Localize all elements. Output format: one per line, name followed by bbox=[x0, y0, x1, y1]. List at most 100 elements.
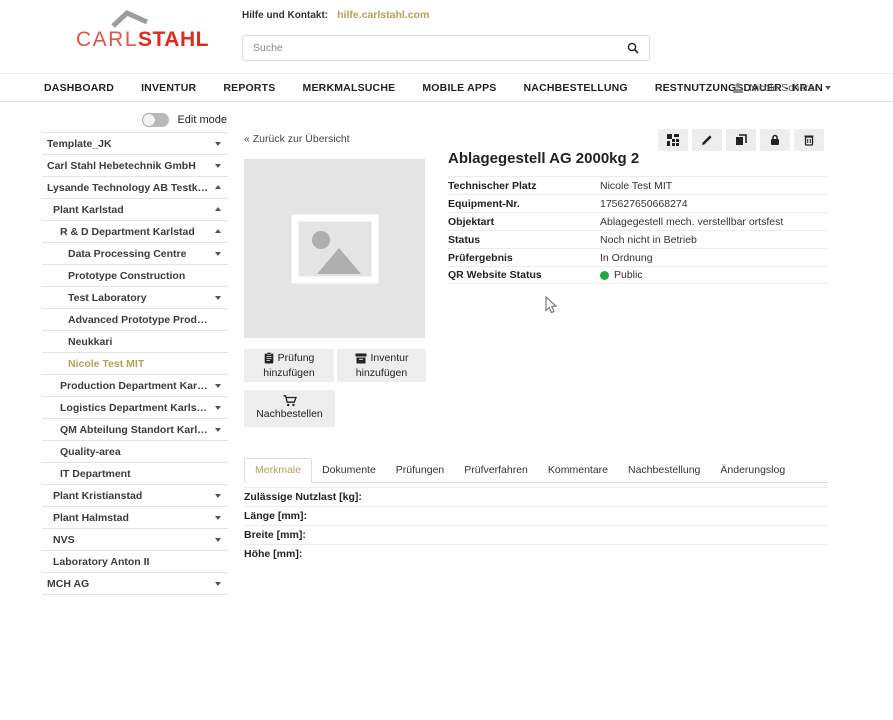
nav-item-dashboard[interactable]: DASHBOARD bbox=[44, 82, 114, 94]
sidebar-item-label: Production Department Karlstad bbox=[60, 380, 210, 392]
detail-value: Nicole Test MIT bbox=[600, 180, 672, 192]
merkmale-fields: Zulässige Nutzlast [kg]: Länge [mm]: Breit… bbox=[244, 487, 828, 563]
detail-row-status: StatusNoch nicht in Betrieb bbox=[448, 230, 828, 248]
sidebar-item-prototype-construction[interactable]: Prototype Construction bbox=[42, 265, 228, 287]
edit-mode-row: Edit mode bbox=[42, 108, 228, 132]
chevron-down-icon bbox=[215, 406, 221, 410]
field-label: Länge [mm]: bbox=[244, 510, 307, 522]
sidebar-item-data-processing-centre[interactable]: Data Processing Centre bbox=[42, 243, 228, 265]
detail-label: Prüfergebnis bbox=[448, 252, 600, 264]
nav-item-reports[interactable]: REPORTS bbox=[223, 82, 275, 94]
sidebar-item-advanced-prototype-production[interactable]: Advanced Prototype Production bbox=[42, 309, 228, 331]
add-inspection-label-line1: Prüfung bbox=[278, 351, 315, 365]
help-label: Hilfe und Kontakt: bbox=[242, 10, 328, 21]
edit-button[interactable] bbox=[692, 129, 722, 151]
carl-stahl-logo[interactable]: CARLSTAHL bbox=[76, 10, 206, 52]
sidebar-item-nvs[interactable]: NVS bbox=[42, 529, 228, 551]
qr-code-button[interactable] bbox=[658, 129, 688, 151]
sidebar-item-label: IT Department bbox=[60, 468, 131, 480]
sidebar-item-carl-stahl-hebetechnik-gmbh[interactable]: Carl Stahl Hebetechnik GmbH bbox=[42, 155, 228, 177]
search-input[interactable] bbox=[243, 42, 617, 54]
sidebar-item-it-department[interactable]: IT Department bbox=[42, 463, 228, 485]
reorder-button[interactable]: Nachbestellen bbox=[244, 390, 335, 427]
chevron-down-icon bbox=[215, 516, 221, 520]
field-label: Breite [mm]: bbox=[244, 529, 306, 541]
chevron-up-icon bbox=[215, 185, 221, 189]
pencil-icon bbox=[701, 134, 713, 146]
detail-row-technischer-platz: Technischer PlatzNicole Test MIT bbox=[448, 176, 828, 194]
nav-item-inventur[interactable]: INVENTUR bbox=[141, 82, 196, 94]
tab-pr-fverfahren[interactable]: Prüfverfahren bbox=[454, 459, 538, 482]
sidebar-item-label: Prototype Construction bbox=[68, 270, 185, 282]
sidebar-item-label: Data Processing Centre bbox=[68, 248, 186, 260]
edit-mode-toggle[interactable] bbox=[142, 113, 169, 127]
detail-label: QR Website Status bbox=[448, 269, 600, 281]
detail-value: In Ordnung bbox=[600, 252, 653, 264]
detail-value-text: Ablagegestell mech. verstellbar ortsfest bbox=[600, 216, 783, 228]
sidebar-item-label: Logistics Department Karlstad bbox=[60, 402, 210, 414]
nav-item-merkmalsuche[interactable]: MERKMALSUCHE bbox=[303, 82, 396, 94]
help-link[interactable]: hilfe.carlstahl.com bbox=[337, 9, 429, 21]
sidebar-item-mch-ag[interactable]: MCH AG bbox=[42, 573, 228, 595]
archive-box-icon bbox=[355, 353, 367, 364]
detail-label: Technischer Platz bbox=[448, 180, 600, 192]
search-icon bbox=[627, 42, 639, 54]
delete-button[interactable] bbox=[794, 129, 824, 151]
reorder-label: Nachbestellen bbox=[256, 407, 323, 421]
sidebar-item-plant-kristianstad[interactable]: Plant Kristianstad bbox=[42, 485, 228, 507]
copy-button[interactable] bbox=[726, 129, 756, 151]
back-to-overview-link[interactable]: « Zurück zur Übersicht bbox=[244, 133, 350, 145]
roof-icon bbox=[110, 10, 150, 28]
sidebar-item-quality-area[interactable]: Quality-area bbox=[42, 441, 228, 463]
sidebar-item-template-jk[interactable]: Template_JK bbox=[42, 133, 228, 155]
logo-stahl: STAHL bbox=[138, 28, 209, 51]
chevron-down-icon bbox=[215, 252, 221, 256]
sidebar-item-label: Lysande Technology AB Testkunde bbox=[47, 182, 210, 194]
sidebar-item-laboratory-anton-ii[interactable]: Laboratory Anton II bbox=[42, 551, 228, 573]
sidebar-item-production-department-karlstad[interactable]: Production Department Karlstad bbox=[42, 375, 228, 397]
logo-text: CARLSTAHL bbox=[76, 28, 206, 52]
add-inspection-button[interactable]: Prüfung hinzufügen bbox=[244, 349, 334, 382]
user-menu[interactable]: Nicole Scherer bbox=[732, 74, 831, 101]
tab-merkmale[interactable]: Merkmale bbox=[244, 458, 312, 483]
sidebar-item-label: MCH AG bbox=[47, 578, 89, 590]
object-image-placeholder bbox=[244, 159, 425, 338]
detail-row-qr-website-status: QR Website Status Public bbox=[448, 266, 828, 284]
sidebar-item-neukkari[interactable]: Neukkari bbox=[42, 331, 228, 353]
location-tree: Template_JKCarl Stahl Hebetechnik GmbH Ly… bbox=[42, 132, 228, 595]
sidebar-item-qm-abteilung-standort-karlstad[interactable]: QM Abteilung Standort Karlstad bbox=[42, 419, 228, 441]
nav-item-nachbestellung[interactable]: NACHBESTELLUNG bbox=[524, 82, 628, 94]
field-row-1: Länge [mm]: bbox=[244, 506, 828, 525]
tab-kommentare[interactable]: Kommentare bbox=[538, 459, 618, 482]
search-button[interactable] bbox=[617, 36, 649, 60]
tab-pr-fungen[interactable]: Prüfungen bbox=[386, 459, 454, 482]
tab-dokumente[interactable]: Dokumente bbox=[312, 459, 386, 482]
sidebar-item-plant-halmstad[interactable]: Plant Halmstad bbox=[42, 507, 228, 529]
chevron-down-icon bbox=[215, 384, 221, 388]
cart-icon bbox=[283, 395, 297, 407]
detail-value-text: Public bbox=[614, 269, 643, 281]
detail-value: Noch nicht in Betrieb bbox=[600, 234, 697, 246]
sidebar-item-lysande-technology-ab-testkunde[interactable]: Lysande Technology AB Testkunde bbox=[42, 177, 228, 199]
trash-icon bbox=[803, 134, 815, 146]
sidebar-item-plant-karlstad[interactable]: Plant Karlstad bbox=[42, 199, 228, 221]
add-inventory-button[interactable]: Inventur hinzufügen bbox=[337, 349, 426, 382]
sidebar-item-logistics-department-karlstad[interactable]: Logistics Department Karlstad bbox=[42, 397, 228, 419]
chevron-down-icon bbox=[215, 428, 221, 432]
chevron-down-icon bbox=[215, 164, 221, 168]
detail-row-objektart: ObjektartAblagegestell mech. verstellbar… bbox=[448, 212, 828, 230]
tab--nderungslog[interactable]: Änderungslog bbox=[710, 459, 795, 482]
field-row-2: Breite [mm]: bbox=[244, 525, 828, 544]
sidebar-item-nicole-test-mit[interactable]: Nicole Test MIT bbox=[42, 353, 228, 375]
lock-button[interactable] bbox=[760, 129, 790, 151]
sidebar-item-label: Laboratory Anton II bbox=[53, 556, 149, 568]
sidebar-item-r-d-department-karlstad[interactable]: R & D Department Karlstad bbox=[42, 221, 228, 243]
tab-nachbestellung[interactable]: Nachbestellung bbox=[618, 459, 710, 482]
detail-label: Equipment-Nr. bbox=[448, 198, 600, 210]
chevron-down-icon bbox=[825, 86, 831, 90]
detail-value: Ablagegestell mech. verstellbar ortsfest bbox=[600, 216, 783, 228]
sidebar-item-test-laboratory[interactable]: Test Laboratory bbox=[42, 287, 228, 309]
nav-item-mobile-apps[interactable]: MOBILE APPS bbox=[422, 82, 496, 94]
field-label: Zulässige Nutzlast [kg]: bbox=[244, 491, 362, 503]
toggle-knob bbox=[143, 114, 155, 126]
